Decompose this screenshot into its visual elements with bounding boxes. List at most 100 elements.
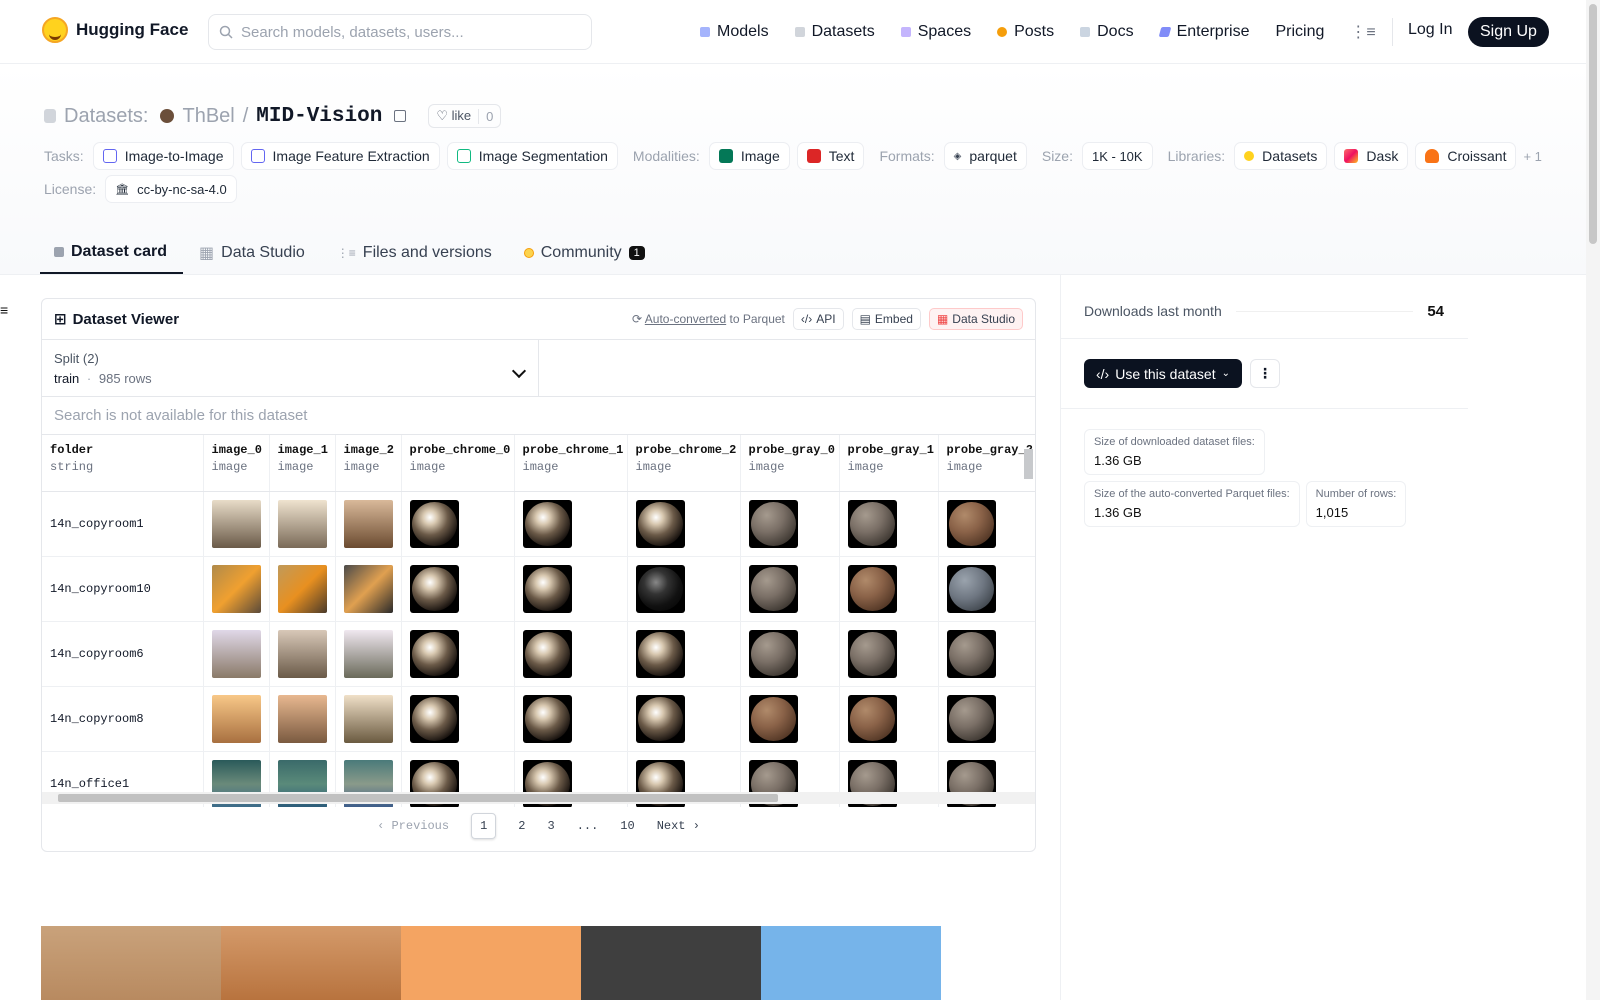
- table-row[interactable]: 14n_copyroom6: [42, 621, 1035, 687]
- login-link[interactable]: Log In: [1408, 21, 1452, 39]
- chrome-probe-thumbnail[interactable]: [522, 564, 572, 613]
- gray-probe-thumbnail[interactable]: [748, 629, 798, 678]
- page-1[interactable]: 1: [471, 813, 497, 839]
- table-row[interactable]: 14n_copyroom10: [42, 556, 1035, 622]
- gray-probe-thumbnail[interactable]: [847, 564, 897, 613]
- tag-croissant[interactable]: Croissant: [1415, 142, 1517, 170]
- chrome-probe-thumbnail[interactable]: [635, 499, 685, 548]
- gray-probe-thumbnail[interactable]: [946, 564, 996, 613]
- cell-image[interactable]: [335, 556, 402, 622]
- cell-image[interactable]: [203, 556, 270, 622]
- cell-image[interactable]: [269, 491, 336, 557]
- like-button[interactable]: ♡ like 0: [428, 104, 502, 128]
- nav-more-menu[interactable]: ⋮≡: [1350, 22, 1375, 42]
- tag-license[interactable]: 🏛 cc-by-nc-sa-4.0: [105, 175, 237, 203]
- tag-parquet[interactable]: ◈ parquet: [943, 142, 1027, 170]
- cell-folder[interactable]: 14n_copyroom8: [42, 686, 204, 752]
- nav-datasets[interactable]: Datasets: [794, 23, 875, 41]
- owner-link[interactable]: ThBel: [182, 105, 234, 128]
- copy-icon[interactable]: [394, 110, 407, 122]
- image-thumbnail[interactable]: [277, 564, 327, 613]
- column-header-probe_chrome_1[interactable]: probe_chrome_1 image: [514, 435, 628, 492]
- tag-datasets-lib[interactable]: Datasets: [1234, 142, 1328, 170]
- nav-posts[interactable]: Posts: [997, 23, 1054, 41]
- cell-probe-gray[interactable]: [740, 491, 840, 557]
- tab-data-studio[interactable]: ▦ Data Studio: [183, 232, 321, 274]
- gray-probe-thumbnail[interactable]: [946, 694, 996, 743]
- gray-probe-thumbnail[interactable]: [748, 564, 798, 613]
- cell-probe-chrome[interactable]: [401, 556, 515, 622]
- toc-menu-icon[interactable]: ≡: [0, 302, 8, 318]
- chrome-probe-thumbnail[interactable]: [522, 694, 572, 743]
- gray-probe-thumbnail[interactable]: [847, 694, 897, 743]
- gray-probe-thumbnail[interactable]: [748, 694, 798, 743]
- cell-probe-chrome[interactable]: [514, 556, 628, 622]
- cell-probe-chrome[interactable]: [627, 621, 741, 687]
- page-3[interactable]: 3: [547, 819, 554, 833]
- chrome-probe-thumbnail[interactable]: [635, 629, 685, 678]
- table-row[interactable]: 14n_copyroom1: [42, 491, 1035, 557]
- column-header-probe_gray_0[interactable]: probe_gray_0 image: [740, 435, 840, 492]
- gray-probe-thumbnail[interactable]: [847, 499, 897, 548]
- tag-dask[interactable]: Dask: [1334, 142, 1409, 170]
- image-thumbnail[interactable]: [343, 499, 393, 548]
- cell-probe-chrome[interactable]: [401, 686, 515, 752]
- scroll-thumb[interactable]: [58, 794, 778, 802]
- column-header-probe_gray_1[interactable]: probe_gray_1 image: [839, 435, 939, 492]
- tab-dataset-card[interactable]: Dataset card: [40, 232, 184, 274]
- cell-folder[interactable]: 14n_copyroom10: [42, 556, 204, 622]
- chrome-probe-thumbnail[interactable]: [409, 564, 459, 613]
- cell-image[interactable]: [203, 491, 270, 557]
- cell-folder[interactable]: 14n_copyroom6: [42, 621, 204, 687]
- nav-spaces[interactable]: Spaces: [900, 23, 971, 41]
- cell-image[interactable]: [335, 686, 402, 752]
- image-thumbnail[interactable]: [211, 694, 261, 743]
- embed-button[interactable]: ▤ Embed: [851, 308, 921, 330]
- cell-image[interactable]: [203, 621, 270, 687]
- global-search[interactable]: [208, 14, 592, 50]
- tag-image-to-image[interactable]: Image-to-Image: [92, 142, 234, 170]
- cell-probe-chrome[interactable]: [627, 491, 741, 557]
- image-thumbnail[interactable]: [343, 629, 393, 678]
- image-thumbnail[interactable]: [211, 629, 261, 678]
- cell-image[interactable]: [269, 621, 336, 687]
- cell-probe-gray[interactable]: [740, 686, 840, 752]
- image-thumbnail[interactable]: [343, 694, 393, 743]
- cell-probe-chrome[interactable]: [514, 621, 628, 687]
- cell-probe-chrome[interactable]: [627, 686, 741, 752]
- api-button[interactable]: ‹/› API: [792, 308, 844, 330]
- cell-probe-gray[interactable]: [938, 686, 1035, 752]
- tag-text-modality[interactable]: Text: [796, 142, 865, 170]
- cell-probe-chrome[interactable]: [514, 491, 628, 557]
- owner-avatar[interactable]: [160, 109, 175, 123]
- cell-probe-gray[interactable]: [839, 556, 939, 622]
- tag-image-modality[interactable]: Image: [708, 142, 790, 170]
- cell-probe-chrome[interactable]: [627, 556, 741, 622]
- chrome-probe-thumbnail[interactable]: [409, 499, 459, 548]
- image-thumbnail[interactable]: [277, 694, 327, 743]
- page-scrollbar[interactable]: [1586, 0, 1600, 1000]
- tag-size[interactable]: 1K - 10K: [1081, 142, 1153, 170]
- chrome-probe-thumbnail[interactable]: [635, 564, 685, 613]
- tag-image-feature-extraction[interactable]: Image Feature Extraction: [240, 142, 440, 170]
- gray-probe-thumbnail[interactable]: [946, 499, 996, 548]
- column-header-image_1[interactable]: image_1 image: [269, 435, 336, 492]
- tag-image-segmentation[interactable]: Image Segmentation: [446, 142, 618, 170]
- cell-probe-gray[interactable]: [839, 621, 939, 687]
- cell-image[interactable]: [335, 621, 402, 687]
- tab-community[interactable]: Community 1: [508, 232, 661, 274]
- prev-page-button[interactable]: ‹ Previous: [377, 819, 449, 833]
- column-header-probe_chrome_2[interactable]: probe_chrome_2 image: [627, 435, 741, 492]
- brand-logo[interactable]: Hugging Face: [42, 17, 188, 43]
- gray-probe-thumbnail[interactable]: [847, 629, 897, 678]
- next-page-button[interactable]: Next ›: [657, 819, 700, 833]
- image-thumbnail[interactable]: [211, 499, 261, 548]
- chrome-probe-thumbnail[interactable]: [522, 499, 572, 548]
- cell-probe-gray[interactable]: [740, 556, 840, 622]
- cell-probe-gray[interactable]: [938, 556, 1035, 622]
- image-thumbnail[interactable]: [277, 499, 327, 548]
- cell-image[interactable]: [269, 686, 336, 752]
- split-selector[interactable]: Split (2) train · 985 rows: [42, 340, 539, 396]
- page-10[interactable]: 10: [620, 819, 634, 833]
- horizontal-scrollbar[interactable]: [42, 792, 1035, 804]
